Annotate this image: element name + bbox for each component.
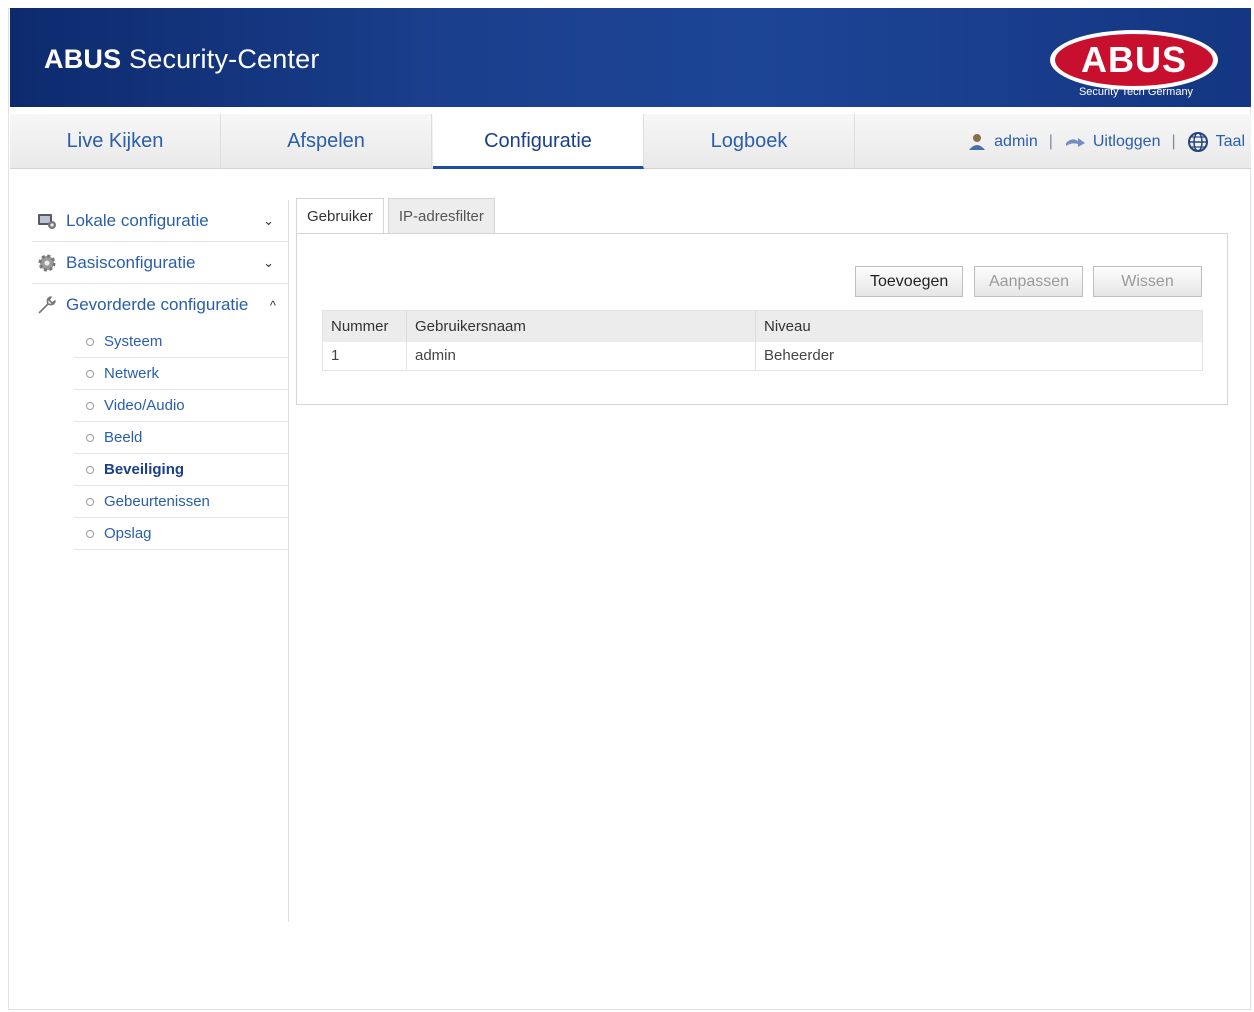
- sidebar-item-beeld[interactable]: Beeld: [74, 422, 288, 454]
- bullet-icon: [86, 465, 94, 474]
- sidebar-item-opslag[interactable]: Opslag: [74, 518, 288, 550]
- logo-tagline: Security Tech Germany: [1079, 86, 1194, 98]
- chevron-down-icon: ⌄: [263, 254, 274, 270]
- sidebar-item-label: Systeem: [104, 333, 163, 350]
- column-header-gebruikersnaam: Gebruikersnaam: [406, 310, 756, 342]
- user-panel: Toevoegen Aanpassen Wissen Nummer Gebrui…: [296, 233, 1228, 405]
- bullet-icon: [86, 401, 94, 410]
- user-icon: [967, 132, 987, 152]
- language-link[interactable]: Taal: [1216, 114, 1245, 169]
- logout-icon: [1064, 134, 1086, 150]
- chevron-up-icon: ^: [269, 297, 276, 313]
- tab-gebruiker[interactable]: Gebruiker: [296, 198, 384, 234]
- sidebar-group-label: Gevorderde configuratie: [66, 295, 249, 314]
- cell-gebruikersnaam: admin: [406, 341, 756, 371]
- sidebar-group-label: Basisconfiguratie: [66, 252, 196, 272]
- sidebar-group-gevorderde-configuratie[interactable]: Gevorderde configuratie ^: [32, 284, 288, 326]
- table-row[interactable]: 1 admin Beheerder: [322, 341, 1203, 371]
- sidebar-item-video-audio[interactable]: Video/Audio: [74, 390, 288, 422]
- separator: |: [1048, 133, 1053, 150]
- tab-logboek[interactable]: Logboek: [644, 114, 855, 169]
- gear-icon: [36, 252, 58, 274]
- logo-text: ABUS: [1081, 39, 1187, 80]
- main-nav: Live Kijken Afspelen Configuratie Logboe…: [10, 114, 1251, 169]
- app-title: ABUS Security-Center: [44, 44, 320, 75]
- sidebar: Lokale configuratie ⌄ Basisconfiguratie …: [32, 200, 288, 550]
- sidebar-item-label: Beeld: [104, 429, 143, 446]
- sidebar-divider: [288, 200, 289, 922]
- sidebar-item-label: Gebeurtenissen: [104, 493, 210, 510]
- sidebar-group-lokale-configuratie[interactable]: Lokale configuratie ⌄: [32, 200, 288, 242]
- separator: |: [1171, 133, 1176, 150]
- sidebar-item-label: Opslag: [104, 525, 152, 542]
- bullet-icon: [86, 369, 94, 378]
- bullet-icon: [86, 497, 94, 506]
- app-title-brand: ABUS: [44, 44, 122, 74]
- app-header: ABUS Security-Center ABUS Security Tech …: [10, 8, 1251, 107]
- column-header-nummer: Nummer: [322, 310, 407, 342]
- table-header-row: Nummer Gebruikersnaam Niveau: [322, 310, 1203, 342]
- wrench-icon: [36, 294, 58, 316]
- user-table: Nummer Gebruikersnaam Niveau 1 admin Beh…: [322, 310, 1203, 371]
- tab-configuratie[interactable]: Configuratie: [433, 114, 644, 169]
- monitor-gear-icon: [36, 210, 58, 232]
- cell-nummer: 1: [322, 341, 407, 371]
- edit-user-button[interactable]: Aanpassen: [974, 266, 1083, 297]
- tab-ip-adresfilter[interactable]: IP-adresfilter: [387, 198, 495, 233]
- abus-logo: ABUS Security Tech Germany: [1049, 27, 1219, 101]
- delete-user-button[interactable]: Wissen: [1093, 266, 1202, 297]
- content-tabs: Gebruiker IP-adresfilter: [296, 198, 499, 234]
- app-title-rest: Security-Center: [121, 44, 320, 74]
- tab-live-kijken[interactable]: Live Kijken: [10, 114, 221, 169]
- add-user-button[interactable]: Toevoegen: [855, 266, 964, 297]
- sidebar-group-basisconfiguratie[interactable]: Basisconfiguratie ⌄: [32, 242, 288, 284]
- sidebar-item-systeem[interactable]: Systeem: [74, 326, 288, 358]
- bullet-icon: [86, 529, 94, 538]
- chevron-down-icon: ⌄: [263, 212, 274, 228]
- cell-niveau: Beheerder: [755, 341, 1203, 371]
- sidebar-group-label: Lokale configuratie: [66, 210, 209, 230]
- logout-link[interactable]: Uitloggen: [1093, 114, 1161, 169]
- sidebar-item-label: Netwerk: [104, 365, 160, 382]
- sidebar-item-beveiliging[interactable]: Beveiliging: [74, 454, 288, 486]
- sidebar-item-netwerk[interactable]: Netwerk: [74, 358, 288, 390]
- tab-afspelen[interactable]: Afspelen: [221, 114, 432, 169]
- bullet-icon: [86, 433, 94, 442]
- username-link[interactable]: admin: [994, 114, 1038, 169]
- globe-icon: [1187, 131, 1209, 153]
- sidebar-item-label: Video/Audio: [104, 397, 185, 414]
- sidebar-item-gebeurtenissen[interactable]: Gebeurtenissen: [74, 486, 288, 518]
- sidebar-submenu: Systeem Netwerk Video/Audio Beeld Beveil…: [74, 326, 288, 550]
- column-header-niveau: Niveau: [755, 310, 1203, 342]
- bullet-icon: [86, 337, 94, 346]
- sidebar-item-label: Beveiliging: [104, 461, 185, 478]
- user-bar: admin | Uitloggen | Taal: [967, 114, 1245, 169]
